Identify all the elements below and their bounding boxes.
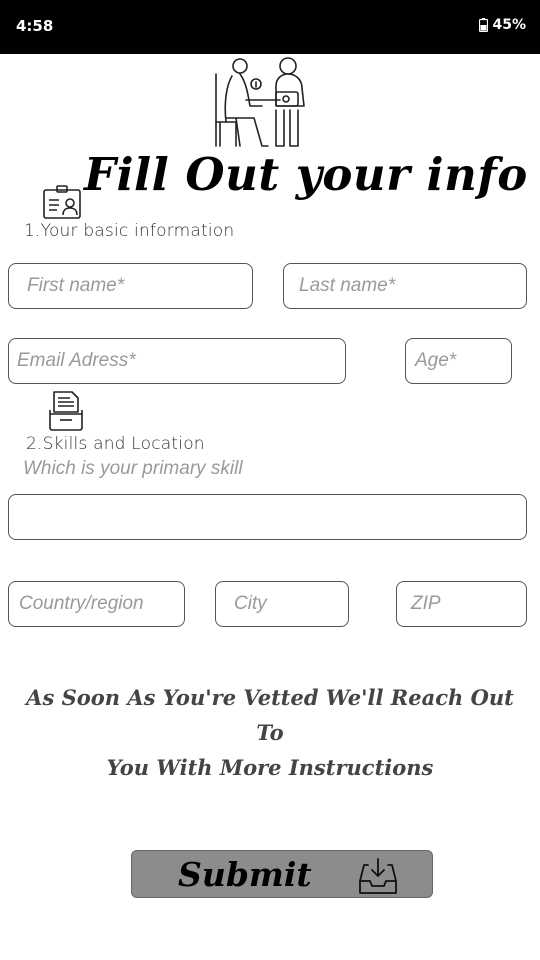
age-placeholder: Age* bbox=[415, 350, 457, 371]
email-placeholder: Email Adress* bbox=[17, 350, 136, 371]
first-name-placeholder: First name* bbox=[27, 275, 125, 296]
status-indicators: 45% bbox=[479, 17, 526, 33]
submit-button[interactable]: Submit bbox=[131, 850, 433, 898]
zip-placeholder: ZIP bbox=[411, 593, 441, 614]
two-people-desk-illustration bbox=[215, 57, 305, 147]
last-name-field[interactable]: Last name* bbox=[283, 263, 527, 309]
city-placeholder: City bbox=[234, 593, 267, 614]
vetting-message-line1: As Soon As You're Vetted We'll Reach Out… bbox=[26, 685, 514, 745]
battery-percent: 45% bbox=[492, 17, 526, 33]
city-field[interactable]: City bbox=[215, 581, 349, 627]
section-label-basic-info: 1.Your basic information bbox=[24, 221, 235, 241]
vetting-message-line2: You With More Instructions bbox=[106, 755, 434, 780]
primary-skill-field[interactable] bbox=[8, 494, 527, 540]
id-card-icon bbox=[43, 185, 81, 219]
document-folder-icon bbox=[49, 391, 83, 431]
status-time: 4:58 bbox=[16, 17, 54, 35]
first-name-field[interactable]: First name* bbox=[8, 263, 253, 309]
country-region-field[interactable]: Country/region bbox=[8, 581, 185, 627]
status-bar: 4:58 45% bbox=[0, 0, 540, 54]
page-title: Fill Out your info bbox=[84, 148, 528, 201]
age-field[interactable]: Age* bbox=[405, 338, 512, 384]
submit-label: Submit bbox=[178, 855, 312, 894]
vetting-message: As Soon As You're Vetted We'll Reach Out… bbox=[10, 680, 530, 785]
inbox-download-icon bbox=[359, 858, 397, 894]
battery-icon bbox=[479, 18, 489, 32]
section-label-skills-location: 2.Skills and Location bbox=[26, 434, 205, 454]
country-placeholder: Country/region bbox=[19, 593, 144, 614]
last-name-placeholder: Last name* bbox=[299, 275, 396, 296]
zip-field[interactable]: ZIP bbox=[396, 581, 527, 627]
email-field[interactable]: Email Adress* bbox=[8, 338, 346, 384]
skill-prompt: Which is your primary skill bbox=[23, 458, 243, 479]
